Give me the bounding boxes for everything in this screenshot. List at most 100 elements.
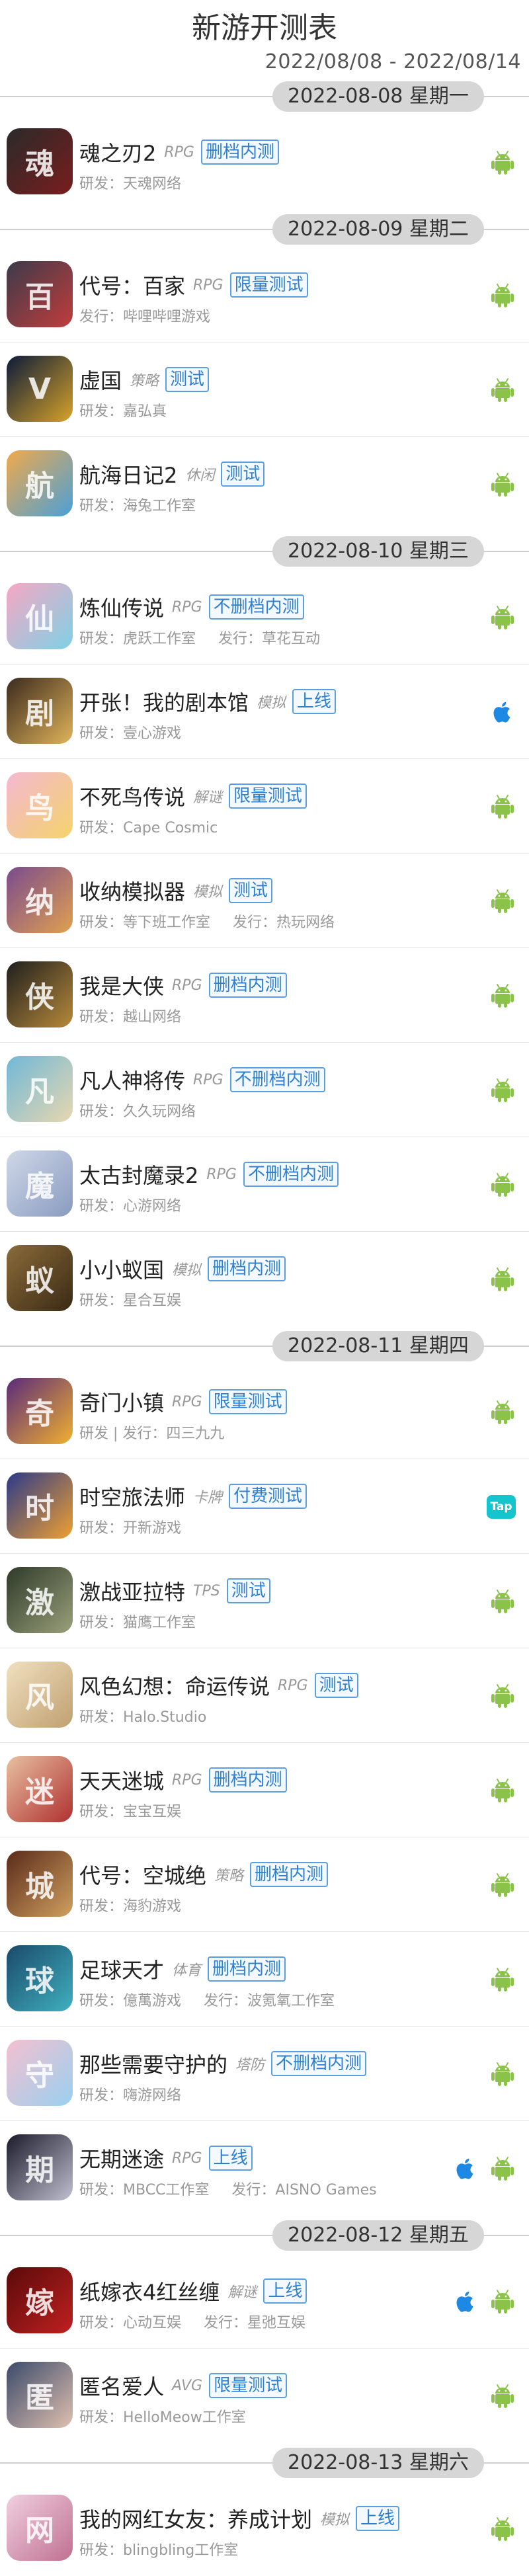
android-icon[interactable]: [489, 2155, 516, 2182]
game-icon[interactable]: 迷: [7, 1756, 73, 1822]
game-row[interactable]: V 虚国 策略 测试 研发：嘉弘真: [0, 342, 529, 437]
game-icon[interactable]: 魔: [7, 1150, 73, 1217]
game-name[interactable]: 我是大侠: [79, 970, 164, 1000]
android-icon[interactable]: [489, 983, 516, 1009]
game-row[interactable]: 期无期迷途 RPG 上线 研发：MBCC工作室 发行：AISNO Games: [0, 2121, 529, 2216]
apple-icon[interactable]: [452, 2288, 479, 2315]
game-row[interactable]: 纳收纳模拟器 模拟 测试 研发：等下班工作室 发行：热玩网络: [0, 854, 529, 948]
game-name[interactable]: 开张！我的剧本馆: [79, 686, 249, 717]
game-row[interactable]: 魂魂之刃2 RPG 删档内测 研发：天魂网络: [0, 115, 529, 210]
game-icon[interactable]: 凡: [7, 1056, 73, 1122]
game-row[interactable]: 守那些需要守护的 塔防 不删档内测 研发：嗨游网络: [0, 2027, 529, 2121]
game-name[interactable]: 不死鸟传说: [79, 781, 185, 811]
game-name[interactable]: 小小蚁国: [79, 1254, 164, 1284]
game-name[interactable]: 虚国: [79, 364, 122, 395]
game-row[interactable]: 航航海日记2 休闲 测试 研发：海兔工作室: [0, 437, 529, 532]
game-row[interactable]: 球足球天才 体育 删档内测 研发：億萬游戏 发行：波氪氧工作室: [0, 1932, 529, 2027]
game-icon[interactable]: 网: [7, 2495, 73, 2561]
android-icon[interactable]: [489, 1266, 516, 1293]
game-genre: 解谜: [227, 2284, 257, 2301]
game-name[interactable]: 魂之刃2: [79, 137, 156, 167]
game-icon[interactable]: 仙: [7, 583, 73, 649]
game-name[interactable]: 无期迷途: [79, 2143, 164, 2173]
date-header: 2022-08-11 星期四: [0, 1326, 529, 1365]
game-icon[interactable]: 城: [7, 1851, 73, 1917]
game-icon[interactable]: 嫁: [7, 2267, 73, 2333]
apple-icon[interactable]: [452, 2155, 479, 2182]
game-row[interactable]: 匿匿名爱人 AVG 限量测试 研发：HelloMeow工作室: [0, 2349, 529, 2443]
game-icon[interactable]: 风: [7, 1662, 73, 1728]
game-icon[interactable]: 剧: [7, 678, 73, 744]
android-icon[interactable]: [489, 1966, 516, 1993]
game-row[interactable]: 奇奇门小镇 RPG 限量测试 研发 | 发行：四三九九: [0, 1365, 529, 1459]
game-name[interactable]: 激战亚拉特: [79, 1576, 185, 1606]
game-icon[interactable]: 百: [7, 261, 73, 327]
android-icon[interactable]: [489, 1588, 516, 1615]
game-row[interactable]: 魔太古封魔录2 RPG 不删档内测 研发：心游网络: [0, 1137, 529, 1232]
game-row[interactable]: 风风色幻想：命运传说 RPG 测试 研发：Halo.Studio: [0, 1648, 529, 1743]
game-name[interactable]: 我的网红女友：养成计划: [79, 2503, 312, 2534]
android-icon[interactable]: [489, 2061, 516, 2087]
taptap-icon[interactable]: Tap: [487, 1495, 516, 1519]
game-name[interactable]: 奇门小镇: [79, 1387, 164, 1417]
android-icon[interactable]: [489, 2288, 516, 2315]
android-icon[interactable]: [489, 2383, 516, 2409]
game-row[interactable]: 凡凡人神将传 RPG 不删档内测 研发：久久玩网络: [0, 1043, 529, 1137]
game-icon[interactable]: 侠: [7, 961, 73, 1027]
game-row[interactable]: 迷天天迷城 RPG 删档内测 研发：宝宝互娱: [0, 1743, 529, 1837]
game-row[interactable]: 嫁纸嫁衣4红丝缠 解谜 上线 研发：心动互娱 发行：星弛互娱: [0, 2254, 529, 2349]
game-icon[interactable]: 航: [7, 450, 73, 516]
android-icon[interactable]: [489, 1777, 516, 1804]
game-row[interactable]: 百代号：百家 RPG 限量测试 发行：哔哩哔哩游戏: [0, 248, 529, 342]
game-name[interactable]: 代号：百家: [79, 270, 185, 300]
android-icon[interactable]: [489, 1683, 516, 1709]
android-icon[interactable]: [489, 888, 516, 914]
game-row[interactable]: 鸟不死鸟传说 解谜 限量测试 研发：Cape Cosmic: [0, 759, 529, 854]
game-icon[interactable]: 激: [7, 1567, 73, 1633]
game-name[interactable]: 时空旅法师: [79, 1481, 185, 1511]
game-name[interactable]: 航海日记2: [79, 459, 177, 489]
android-icon[interactable]: [489, 604, 516, 631]
android-icon[interactable]: [489, 1172, 516, 1198]
game-name[interactable]: 匿名爱人: [79, 2370, 164, 2401]
game-icon[interactable]: 纳: [7, 867, 73, 933]
game-icon[interactable]: 期: [7, 2134, 73, 2200]
game-row[interactable]: 网我的网红女友：养成计划 模拟 上线 研发：blingbling工作室: [0, 2481, 529, 2576]
game-icon[interactable]: V: [7, 356, 73, 422]
game-name[interactable]: 收纳模拟器: [79, 875, 185, 906]
android-icon[interactable]: [489, 793, 516, 820]
game-row[interactable]: 蚁小小蚁国 模拟 删档内测 研发：星合互娱: [0, 1232, 529, 1326]
apple-icon[interactable]: [489, 699, 516, 725]
android-icon[interactable]: [489, 1872, 516, 1898]
game-icon[interactable]: 匿: [7, 2362, 73, 2428]
game-row[interactable]: 剧开张！我的剧本馆 模拟 上线 研发：壹心游戏: [0, 664, 529, 759]
game-name[interactable]: 太古封魔录2: [79, 1159, 198, 1189]
android-icon[interactable]: [489, 1399, 516, 1426]
game-icon[interactable]: 守: [7, 2040, 73, 2106]
android-icon[interactable]: [489, 1077, 516, 1104]
game-icon[interactable]: 时: [7, 1472, 73, 1539]
game-row[interactable]: 侠我是大侠 RPG 删档内测 研发：越山网络: [0, 948, 529, 1043]
android-icon[interactable]: [489, 282, 516, 309]
game-name[interactable]: 足球天才: [79, 1954, 164, 1984]
game-icon[interactable]: 蚁: [7, 1245, 73, 1311]
game-row[interactable]: 激激战亚拉特 TPS 测试 研发：猫鹰工作室: [0, 1554, 529, 1648]
android-icon[interactable]: [489, 2516, 516, 2542]
game-name[interactable]: 炼仙传说: [79, 592, 164, 622]
android-icon[interactable]: [489, 149, 516, 176]
game-name[interactable]: 风色幻想：命运传说: [79, 1670, 270, 1701]
game-row[interactable]: 城代号：空城绝 策略 删档内测 研发：海豹游戏: [0, 1837, 529, 1932]
game-name[interactable]: 凡人神将传: [79, 1065, 185, 1095]
game-icon[interactable]: 球: [7, 1945, 73, 2011]
game-icon[interactable]: 奇: [7, 1378, 73, 1444]
android-icon[interactable]: [489, 377, 516, 403]
game-name[interactable]: 代号：空城绝: [79, 1859, 206, 1890]
android-icon[interactable]: [489, 471, 516, 498]
game-row[interactable]: 仙炼仙传说 RPG 不删档内测 研发：虎跃工作室 发行：草花互动: [0, 570, 529, 664]
game-icon[interactable]: 魂: [7, 128, 73, 194]
game-row[interactable]: 时时空旅法师 卡牌 付费测试 研发：开新游戏 Tap: [0, 1459, 529, 1554]
game-name[interactable]: 那些需要守护的: [79, 2048, 227, 2079]
game-name[interactable]: 纸嫁衣4红丝缠: [79, 2276, 220, 2306]
game-name[interactable]: 天天迷城: [79, 1765, 164, 1795]
game-icon[interactable]: 鸟: [7, 772, 73, 838]
